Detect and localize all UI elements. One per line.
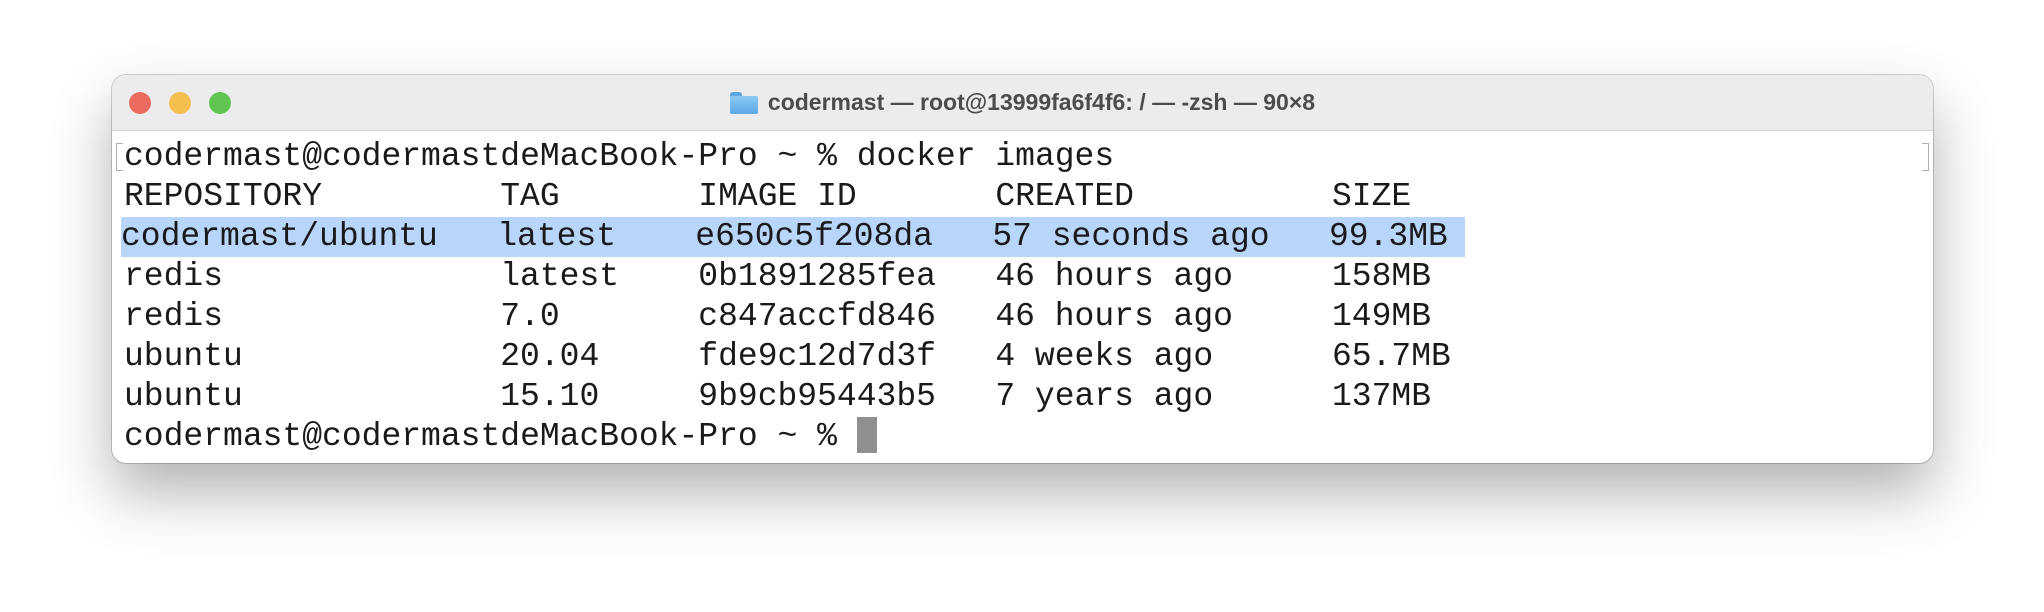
text-cursor bbox=[856, 417, 877, 453]
header-created: CREATED bbox=[995, 178, 1134, 215]
left-bracket-mark bbox=[116, 143, 123, 171]
window-title: codermast — root@13999fa6f4f6: / — -zsh … bbox=[767, 89, 1316, 115]
cell-repository: ubuntu bbox=[124, 338, 243, 375]
cell-created: 46 hours ago bbox=[995, 258, 1233, 295]
cell-tag: 20.04 bbox=[500, 338, 600, 375]
right-bracket-mark bbox=[1922, 143, 1929, 171]
table-row: ubuntu 15.10 9b9cb95443b5 7 years ago 13… bbox=[124, 377, 1465, 417]
prompt-line[interactable]: codermast@codermastdeMacBook-Pro ~ % bbox=[124, 417, 1465, 457]
cell-created: 57 seconds ago bbox=[992, 218, 1270, 255]
table-row: ubuntu 20.04 fde9c12d7d3f 4 weeks ago 65… bbox=[124, 337, 1465, 377]
table-row-selected: codermast/ubuntu latest e650c5f208da 57 … bbox=[121, 217, 1465, 257]
cell-tag: latest bbox=[497, 218, 617, 255]
cell-size: 149MB bbox=[1331, 298, 1432, 335]
cell-repository: redis bbox=[124, 298, 224, 335]
cell-tag: 7.0 bbox=[500, 298, 560, 335]
cell-size: 65.7MB bbox=[1331, 338, 1451, 375]
cell-image-id: e650c5f208da bbox=[695, 218, 933, 255]
command-line: codermast@codermastdeMacBook-Pro ~ % doc… bbox=[124, 138, 1115, 175]
cell-size: 158MB bbox=[1331, 258, 1432, 295]
cell-image-id: 0b1891285fea bbox=[698, 258, 936, 295]
prompt: codermast@codermastdeMacBook-Pro ~ % bbox=[124, 418, 857, 455]
cell-created: 46 hours ago bbox=[995, 298, 1233, 335]
cell-image-id: c847accfd846 bbox=[698, 298, 936, 335]
header-repository: REPOSITORY bbox=[124, 178, 323, 215]
cell-size: 99.3MB bbox=[1328, 218, 1448, 255]
table-row: redis latest 0b1891285fea 46 hours ago 1… bbox=[124, 257, 1465, 297]
header-image-id: IMAGE ID bbox=[698, 178, 857, 215]
table-header: REPOSITORY TAG IMAGE ID CREATED SIZE bbox=[124, 177, 1465, 217]
terminal-window: codermast — root@13999fa6f4f6: / — -zsh … bbox=[112, 75, 1933, 463]
cell-repository: ubuntu bbox=[124, 378, 243, 415]
cell-tag: 15.10 bbox=[500, 378, 600, 415]
window-title-area: codermast — root@13999fa6f4f6: / — -zsh … bbox=[112, 75, 1933, 130]
cell-repository: codermast/ubuntu bbox=[121, 218, 438, 255]
terminal-content[interactable]: codermast@codermastdeMacBook-Pro ~ % doc… bbox=[121, 137, 1465, 457]
cell-created: 4 weeks ago bbox=[995, 338, 1214, 375]
cell-image-id: 9b9cb95443b5 bbox=[698, 378, 936, 415]
cell-image-id: fde9c12d7d3f bbox=[698, 338, 936, 375]
cell-tag: latest bbox=[500, 258, 620, 295]
cell-created: 7 years ago bbox=[995, 378, 1214, 415]
header-tag: TAG bbox=[500, 178, 560, 215]
cell-repository: redis bbox=[124, 258, 224, 295]
header-size: SIZE bbox=[1331, 178, 1412, 215]
cell-size: 137MB bbox=[1331, 378, 1432, 415]
title-bar[interactable]: codermast — root@13999fa6f4f6: / — -zsh … bbox=[112, 75, 1933, 131]
table-row: redis 7.0 c847accfd846 46 hours ago 149M… bbox=[124, 297, 1465, 337]
folder-icon bbox=[729, 91, 758, 114]
